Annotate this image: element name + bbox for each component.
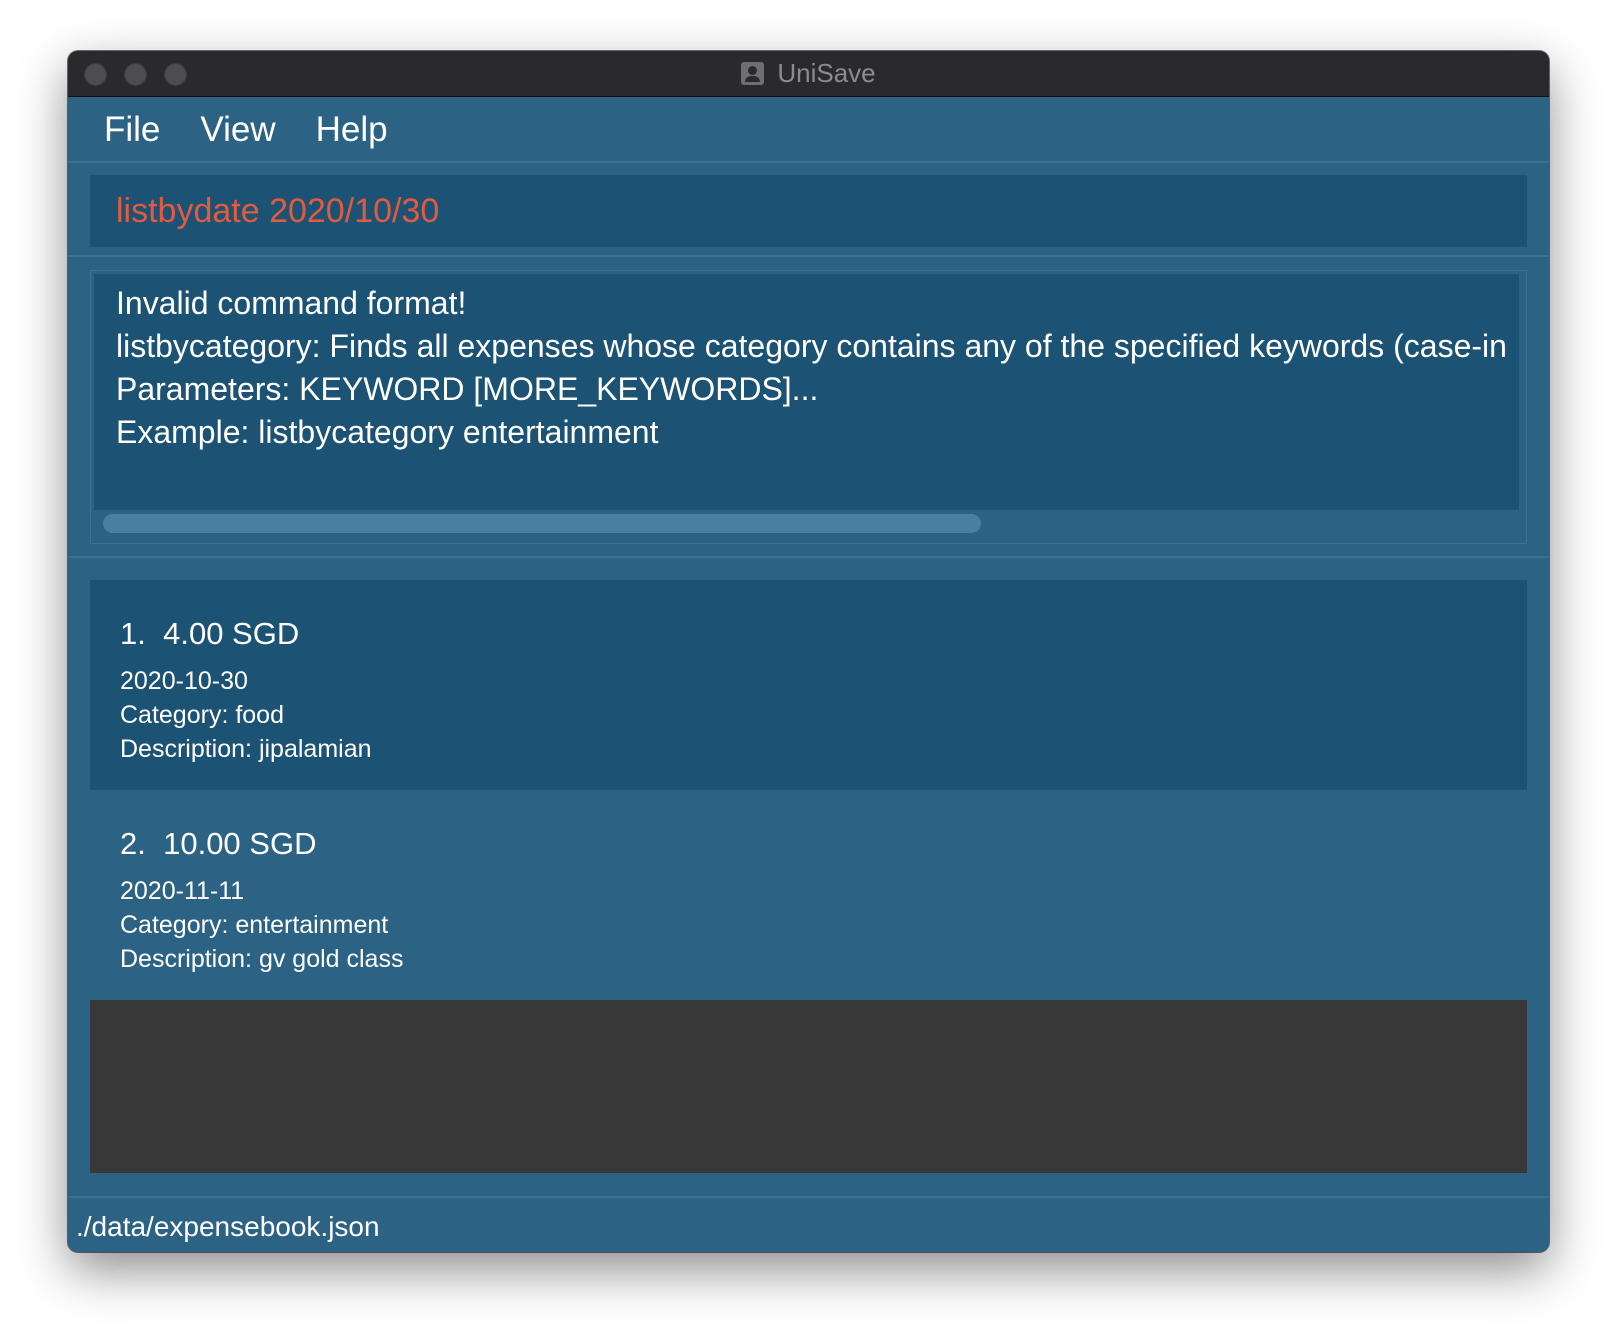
expense-date: 2020-10-30 xyxy=(120,667,248,695)
window-title: UniSave xyxy=(777,58,876,88)
expense-category: Category: food xyxy=(120,701,284,729)
app-window: UniSave File View Help listbydate 2020/1… xyxy=(68,51,1549,1252)
result-line-usage: listbycategory: Finds all expenses whose… xyxy=(116,328,1507,364)
expense-description: Description: gv gold class xyxy=(120,945,404,973)
expense-index: 2. xyxy=(120,826,146,861)
title-bar: UniSave xyxy=(68,51,1549,97)
status-bar: ./data/expensebook.json xyxy=(68,1201,1549,1252)
command-divider xyxy=(68,255,1549,257)
expense-index: 1. xyxy=(120,616,146,651)
result-divider xyxy=(68,556,1549,558)
command-input[interactable]: listbydate 2020/10/30 xyxy=(90,175,1527,247)
menu-help[interactable]: Help xyxy=(316,110,388,150)
storage-file-path: ./data/expensebook.json xyxy=(76,1210,380,1242)
expense-category: Category: entertainment xyxy=(120,911,389,939)
menu-bar: File View Help xyxy=(68,97,1549,163)
result-line-error: Invalid command format! xyxy=(116,285,467,321)
result-line-example: Example: listbycategory entertainment xyxy=(116,414,659,450)
menu-view[interactable]: View xyxy=(200,110,275,150)
menu-divider xyxy=(68,161,1549,163)
status-divider xyxy=(68,1196,1549,1198)
expense-list: 1. 4.00 SGD 2020-10-30 Category: food De… xyxy=(90,580,1527,1173)
command-input-text: listbydate 2020/10/30 xyxy=(116,191,440,230)
expense-amount: 10.00 SGD xyxy=(163,826,317,861)
window-title-group: UniSave xyxy=(68,51,1549,96)
expense-amount: 4.00 SGD xyxy=(163,616,300,651)
result-line-parameters: Parameters: KEYWORD [MORE_KEYWORDS]... xyxy=(116,371,819,407)
result-display: Invalid command format! listbycategory: … xyxy=(90,270,1527,544)
expense-header: 1. 4.00 SGD xyxy=(120,616,299,652)
result-display-text-area[interactable]: Invalid command format! listbycategory: … xyxy=(94,274,1519,510)
app-document-icon xyxy=(741,62,765,85)
expense-description: Description: jipalamian xyxy=(120,735,372,763)
expense-date: 2020-11-11 xyxy=(120,877,245,905)
expense-card[interactable]: 1. 4.00 SGD 2020-10-30 Category: food De… xyxy=(90,580,1527,790)
result-horizontal-scrollbar[interactable] xyxy=(103,514,981,533)
expense-header: 2. 10.00 SGD xyxy=(120,826,316,862)
expense-card[interactable]: 2. 10.00 SGD 2020-11-11 Category: entert… xyxy=(90,790,1527,1000)
menu-file[interactable]: File xyxy=(104,110,160,150)
